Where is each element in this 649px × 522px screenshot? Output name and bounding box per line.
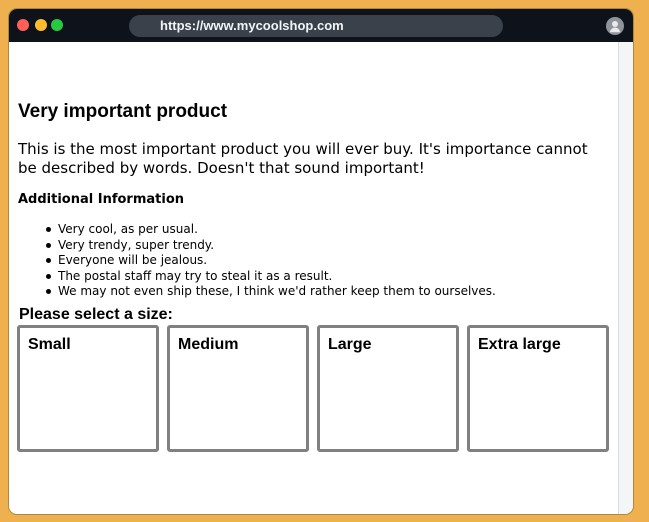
bullet-icon (46, 258, 51, 263)
bullet-icon (46, 289, 51, 294)
information-list-item: The postal staff may try to steal it as … (46, 268, 496, 285)
information-item-text: We may not even ship these, I think we'd… (58, 284, 496, 298)
address-bar-url: https://www.mycoolshop.com (160, 18, 344, 33)
profile-button[interactable] (606, 17, 624, 35)
information-item-text: Everyone will be jealous. (58, 253, 208, 267)
size-option-label: Small (28, 336, 71, 353)
size-option-large[interactable]: Large (317, 325, 459, 452)
information-list-item: We may not even ship these, I think we'd… (46, 284, 496, 300)
product-description: This is the most important product you w… (18, 140, 588, 177)
information-item-text: Very cool, as per usual. (58, 222, 198, 236)
additional-information-list: Very cool, as per usual. Very trendy, su… (46, 222, 496, 300)
information-list-item: Very trendy, super trendy. (46, 237, 496, 254)
address-bar[interactable]: https://www.mycoolshop.com (129, 15, 503, 37)
information-list-item: Very cool, as per usual. (46, 222, 496, 238)
additional-information-heading: Additional Information (18, 192, 185, 207)
size-option-small[interactable]: Small (17, 325, 159, 452)
page-scrollbar[interactable] (618, 42, 633, 514)
user-icon (609, 21, 621, 33)
size-options: Small Medium Large Extra large (17, 325, 611, 453)
size-option-label: Extra large (478, 336, 561, 353)
size-option-extra-large[interactable]: Extra large (467, 325, 609, 452)
web-page-content: Very important product This is the most … (9, 42, 618, 514)
close-window-button[interactable] (17, 19, 29, 31)
size-option-label: Large (328, 336, 372, 353)
bullet-icon (46, 273, 51, 279)
zoom-window-button[interactable] (51, 19, 63, 31)
size-option-label: Medium (178, 336, 239, 353)
size-selection-heading: Please select a size: (19, 306, 173, 323)
minimize-window-button[interactable] (35, 19, 47, 31)
information-item-text: The postal staff may try to steal it as … (58, 268, 333, 283)
information-item-text: Very trendy, super trendy. (58, 237, 215, 252)
bullet-icon (46, 227, 51, 232)
information-list-item: Everyone will be jealous. (46, 253, 496, 269)
bullet-icon (46, 242, 51, 248)
product-title: Very important product (18, 101, 228, 122)
size-option-medium[interactable]: Medium (167, 325, 309, 452)
browser-titlebar: https://www.mycoolshop.com (9, 9, 633, 42)
browser-window: https://www.mycoolshop.com Very importan… (9, 9, 633, 514)
